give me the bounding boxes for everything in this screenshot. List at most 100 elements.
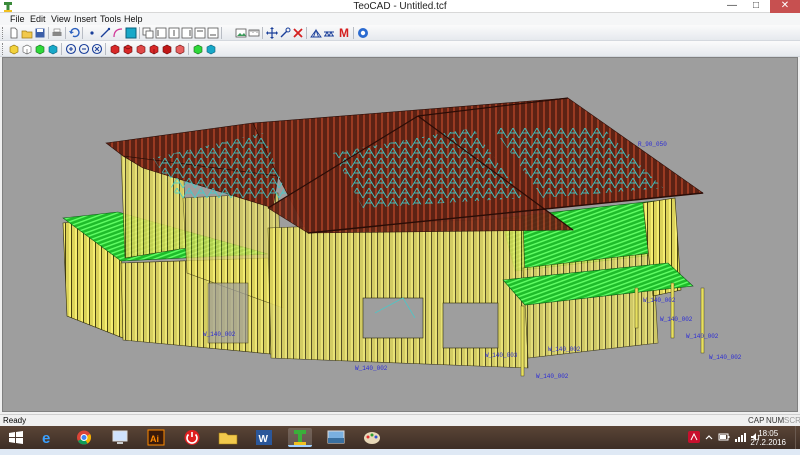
truss-alt-icon[interactable] bbox=[323, 27, 335, 39]
arc-icon[interactable] bbox=[112, 27, 124, 39]
toolbar-separator bbox=[82, 27, 83, 39]
toolbar-separator bbox=[61, 43, 62, 55]
part-label: W_140_002 bbox=[660, 316, 693, 323]
toolbar-separator bbox=[48, 27, 49, 39]
align-top-icon[interactable] bbox=[194, 27, 206, 39]
house-frame-3d-model[interactable]: R_90_050 W_140_002 W_140_002 W_140_002 W… bbox=[3, 58, 798, 412]
align-right-icon[interactable] bbox=[181, 27, 193, 39]
maximize-button[interactable]: □ bbox=[744, 0, 768, 13]
tray-acrobat-icon[interactable] bbox=[688, 431, 700, 454]
toolbar-separator bbox=[353, 27, 354, 39]
box-red-6-icon[interactable] bbox=[174, 43, 186, 55]
box-red-4-icon[interactable] bbox=[148, 43, 160, 55]
zoom-out-icon[interactable] bbox=[78, 43, 90, 55]
ie-icon[interactable]: e bbox=[36, 428, 60, 447]
menu-tools[interactable]: Tools bbox=[98, 13, 123, 25]
zoom-extents-icon[interactable] bbox=[91, 43, 103, 55]
align-left-icon[interactable] bbox=[155, 27, 167, 39]
close-button[interactable]: ✕ bbox=[770, 0, 800, 13]
pan-icon[interactable] bbox=[279, 27, 291, 39]
toolbar-grip[interactable] bbox=[2, 43, 5, 55]
model-viewport[interactable]: R_90_050 W_140_002 W_140_002 W_140_002 W… bbox=[2, 57, 798, 412]
open-file-icon[interactable] bbox=[21, 27, 33, 39]
start-icon[interactable] bbox=[6, 428, 26, 447]
part-label: W_140_002 bbox=[203, 331, 236, 338]
menu-help[interactable]: Help bbox=[122, 13, 145, 25]
tray-network-icon[interactable] bbox=[734, 432, 746, 455]
paint-icon[interactable] bbox=[360, 428, 384, 447]
view-front-icon[interactable] bbox=[8, 43, 20, 55]
file-explorer-icon[interactable] bbox=[216, 428, 240, 447]
menu-bar: File Edit View Insert Tools Help bbox=[0, 13, 800, 25]
taskbar-clock[interactable]: 18:05 27.2.2016 bbox=[750, 429, 786, 447]
show-desktop-button[interactable] bbox=[795, 426, 800, 449]
box-red-2-icon[interactable] bbox=[122, 43, 134, 55]
part-label: W_140_003 bbox=[485, 352, 518, 359]
title-bar[interactable]: TeoCAD - Untitled.tcf — □ ✕ bbox=[0, 0, 800, 13]
cap-indicator: CAP bbox=[748, 416, 765, 425]
align-center-icon[interactable] bbox=[168, 27, 180, 39]
minimize-button[interactable]: — bbox=[720, 0, 744, 13]
part-label: R_90_050 bbox=[638, 141, 667, 148]
toolbar-separator bbox=[221, 27, 222, 39]
print-icon[interactable] bbox=[51, 27, 63, 39]
view-toolbar bbox=[0, 41, 800, 57]
rectangle-icon[interactable] bbox=[125, 27, 137, 39]
undo-icon[interactable] bbox=[68, 27, 80, 39]
illustrator-icon[interactable]: Ai bbox=[144, 428, 168, 447]
truss-icon[interactable] bbox=[310, 27, 322, 39]
post[interactable] bbox=[700, 287, 705, 354]
photos-icon[interactable] bbox=[324, 428, 348, 447]
window-opening[interactable] bbox=[362, 297, 424, 339]
menu-insert[interactable]: Insert bbox=[72, 13, 99, 25]
main-toolbar: M bbox=[0, 25, 800, 41]
box-red-5-icon[interactable] bbox=[161, 43, 173, 55]
power-icon[interactable] bbox=[180, 428, 204, 447]
m-icon[interactable]: M bbox=[338, 27, 350, 39]
view-iso-icon[interactable] bbox=[34, 43, 46, 55]
post[interactable] bbox=[670, 282, 675, 339]
chrome-icon[interactable] bbox=[72, 428, 96, 447]
new-file-icon[interactable] bbox=[8, 27, 20, 39]
status-text: Ready bbox=[3, 416, 27, 425]
copy-icon[interactable] bbox=[142, 27, 154, 39]
toolbar-separator bbox=[262, 27, 263, 39]
box-cyan-icon[interactable] bbox=[205, 43, 217, 55]
post[interactable] bbox=[634, 287, 639, 329]
teocad-icon[interactable] bbox=[288, 428, 312, 447]
toolbar-separator bbox=[139, 27, 140, 39]
window-title: TeoCAD - Untitled.tcf bbox=[353, 1, 447, 12]
zoom-in-icon[interactable] bbox=[65, 43, 77, 55]
menu-file[interactable]: File bbox=[8, 13, 27, 25]
box-red-3-icon[interactable] bbox=[135, 43, 147, 55]
measure-icon[interactable] bbox=[248, 27, 260, 39]
line-icon[interactable] bbox=[99, 27, 111, 39]
align-bottom-icon[interactable] bbox=[207, 27, 219, 39]
taskbar: e Ai W 18:05 27.2.2016 bbox=[0, 426, 800, 449]
status-bar: Ready CAP NUM SCRL bbox=[0, 414, 800, 426]
point-icon[interactable] bbox=[86, 27, 98, 39]
box-green-icon[interactable] bbox=[192, 43, 204, 55]
remote-desktop-icon[interactable] bbox=[108, 428, 132, 447]
window-opening[interactable] bbox=[442, 302, 499, 349]
box-red-1-icon[interactable] bbox=[109, 43, 121, 55]
tray-battery-icon[interactable] bbox=[718, 432, 730, 455]
word-icon[interactable]: W bbox=[252, 428, 276, 447]
move-icon[interactable] bbox=[266, 27, 278, 39]
post[interactable] bbox=[520, 305, 525, 377]
toolbar-grip[interactable] bbox=[2, 27, 5, 39]
teocad-window: TeoCAD - Untitled.tcf — □ ✕ File Edit Vi… bbox=[0, 0, 800, 426]
save-icon[interactable] bbox=[34, 27, 46, 39]
part-label: W_140_002 bbox=[709, 354, 742, 361]
delete-icon[interactable] bbox=[292, 27, 304, 39]
num-indicator: NUM bbox=[766, 416, 785, 425]
menu-view[interactable]: View bbox=[49, 13, 72, 25]
toolbar-separator bbox=[306, 27, 307, 39]
view-side-icon[interactable] bbox=[21, 43, 33, 55]
help-icon[interactable] bbox=[357, 27, 369, 39]
view-top-icon[interactable] bbox=[47, 43, 59, 55]
toolbar-separator bbox=[65, 27, 66, 39]
tray-show-hidden-icon[interactable] bbox=[704, 432, 714, 455]
menu-edit[interactable]: Edit bbox=[28, 13, 48, 25]
image-icon[interactable] bbox=[235, 27, 247, 39]
